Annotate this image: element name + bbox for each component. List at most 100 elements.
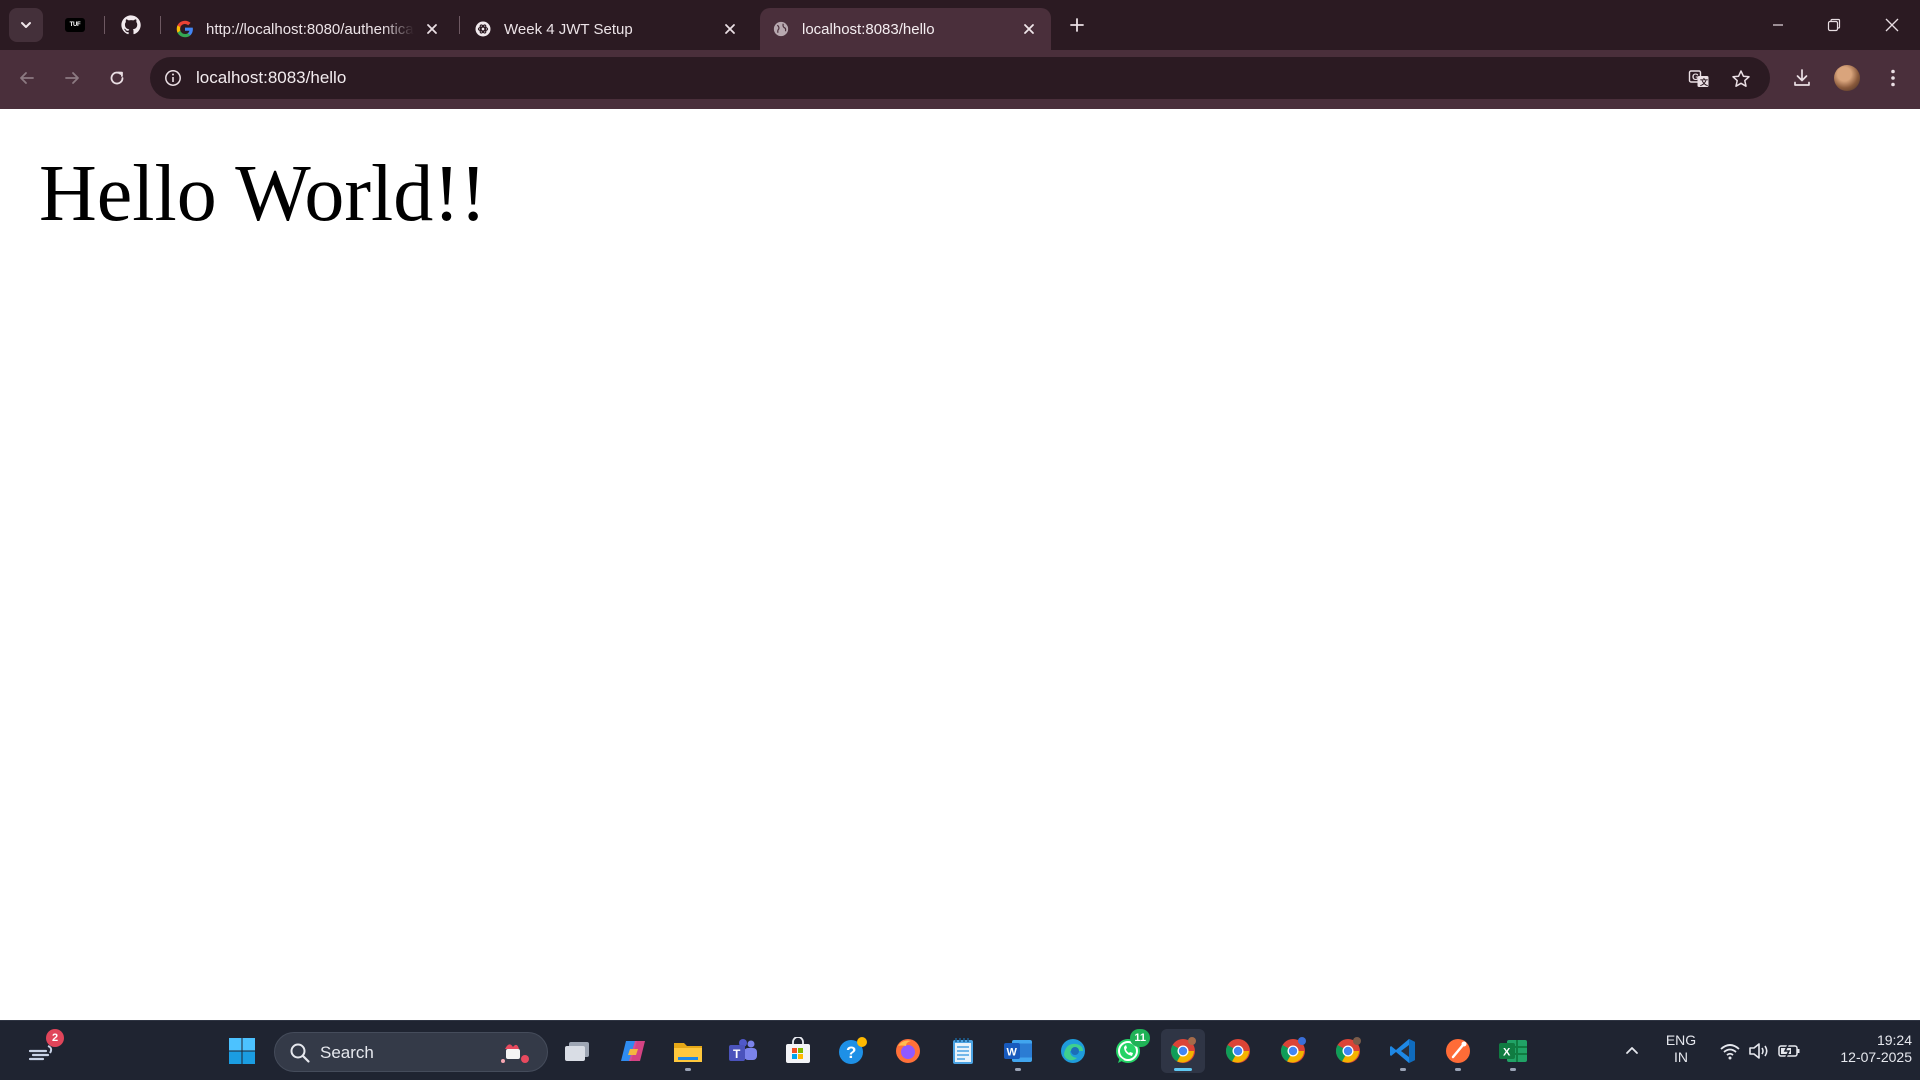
chrome-icon [1225,1039,1250,1063]
reload-button[interactable] [100,61,134,95]
minimize-button[interactable] [1750,0,1806,50]
profile-button[interactable] [1831,62,1863,94]
arrow-left-icon [20,72,34,84]
taskbar-search[interactable]: Search [274,1032,548,1072]
widgets-button[interactable]: 2 [20,1029,64,1073]
search-icon [290,1043,310,1063]
pinned-tab-tuf[interactable]: TUF [54,8,96,42]
close-tab-button[interactable] [422,19,442,39]
running-indicator [1400,1068,1406,1071]
close-tab-button[interactable] [720,19,740,39]
running-indicator [1015,1068,1021,1071]
firefox-button[interactable] [886,1029,930,1073]
close-icon [725,24,735,34]
browser-toolbar: localhost:8083/hello G文 [0,50,1920,109]
clock[interactable]: 19:24 12-07-2025 [1812,1032,1912,1066]
tab-separator [160,16,161,34]
help-icon: ? [839,1037,867,1064]
battery-icon [1778,1044,1800,1058]
running-indicator [685,1068,691,1071]
menu-button[interactable] [1877,62,1909,94]
plus-icon [1070,18,1084,32]
chatgpt-icon [475,21,491,37]
notification-badge: 2 [46,1029,64,1047]
tab-title: localhost:8083/hello [802,20,935,38]
chrome-icon [1335,1037,1361,1063]
chrome-profile-4-button[interactable] [1326,1029,1370,1073]
tab-search-button[interactable] [9,8,43,42]
excel-button[interactable]: X [1491,1029,1535,1073]
site-info-button[interactable] [160,65,186,91]
svg-text:文: 文 [1700,77,1709,87]
pinned-tab-github[interactable] [110,8,152,42]
postman-button[interactable] [1436,1029,1480,1073]
more-vertical-icon [1891,69,1895,87]
chrome-icon [1170,1037,1196,1063]
task-view-button[interactable] [556,1029,600,1073]
close-icon [427,24,437,34]
store-icon [786,1037,810,1063]
github-icon [121,15,141,35]
avatar [1834,65,1860,91]
vscode-icon [1390,1039,1415,1063]
restore-button[interactable] [1806,0,1862,50]
info-icon [165,70,181,86]
chrome-button[interactable] [1161,1029,1205,1073]
chrome-profile-2-button[interactable] [1216,1029,1260,1073]
tab-authenticate[interactable]: http://localhost:8080/authenticate [164,8,454,50]
translate-button[interactable]: G文 [1686,66,1712,92]
downloads-button[interactable] [1786,62,1818,94]
edge-button[interactable] [1051,1029,1095,1073]
file-explorer-button[interactable] [666,1029,710,1073]
teams-button[interactable]: T [721,1029,765,1073]
address-bar[interactable]: localhost:8083/hello G文 [150,57,1770,99]
word-button[interactable]: W [996,1029,1040,1073]
chrome-icon [1280,1037,1306,1063]
vscode-button[interactable] [1381,1029,1425,1073]
get-help-button[interactable]: ? [831,1029,875,1073]
quick-settings-button[interactable] [1712,1029,1808,1073]
svg-text:W: W [1007,1047,1018,1059]
tuf-logo: TUF [65,18,85,32]
tab-week4-jwt[interactable]: Week 4 JWT Setup [462,8,752,50]
chrome-profile-3-button[interactable] [1271,1029,1315,1073]
start-button[interactable] [220,1029,264,1073]
wifi-icon [1720,1044,1740,1060]
translate-icon: G文 [1688,70,1709,87]
svg-text:X: X [1503,1047,1511,1059]
show-hidden-icons-button[interactable] [1610,1029,1654,1073]
language-code: ENG [1665,1032,1697,1048]
volume-icon [1749,1043,1768,1059]
notepad-button[interactable] [941,1029,985,1073]
copilot-button[interactable] [611,1029,655,1073]
language-indicator[interactable]: ENG IN [1658,1032,1704,1066]
reload-icon [110,71,124,85]
back-button[interactable] [10,61,44,95]
teams-icon: T [729,1039,757,1061]
bookmark-button[interactable] [1728,66,1754,92]
download-icon [1794,69,1810,86]
excel-icon: X [1499,1040,1527,1062]
close-window-button[interactable] [1864,0,1920,50]
running-indicator [1510,1068,1516,1071]
minimize-icon [1773,24,1783,26]
google-icon [176,20,193,38]
windows-taskbar: 2 Search T ? W 11 X ENG IN 19:24 12-07-2… [0,1020,1920,1080]
tab-title: http://localhost:8080/authenticate [206,20,414,38]
close-tab-button[interactable] [1019,19,1039,39]
web-page-content: Hello World!! [0,109,1920,1020]
restore-icon [1827,18,1841,32]
star-icon [1732,70,1750,87]
microsoft-store-button[interactable] [776,1029,820,1073]
globe-icon [773,21,789,37]
url-text[interactable]: localhost:8083/hello [196,68,346,88]
page-heading: Hello World!! [39,150,487,238]
windows-icon [229,1038,255,1064]
forward-button[interactable] [55,61,89,95]
notification-badge: 11 [1130,1029,1150,1047]
task-view-icon [565,1042,589,1061]
whatsapp-button[interactable]: 11 [1106,1029,1150,1073]
postman-icon [1446,1039,1470,1063]
tab-hello[interactable]: localhost:8083/hello [760,8,1051,50]
new-tab-button[interactable] [1062,10,1092,40]
